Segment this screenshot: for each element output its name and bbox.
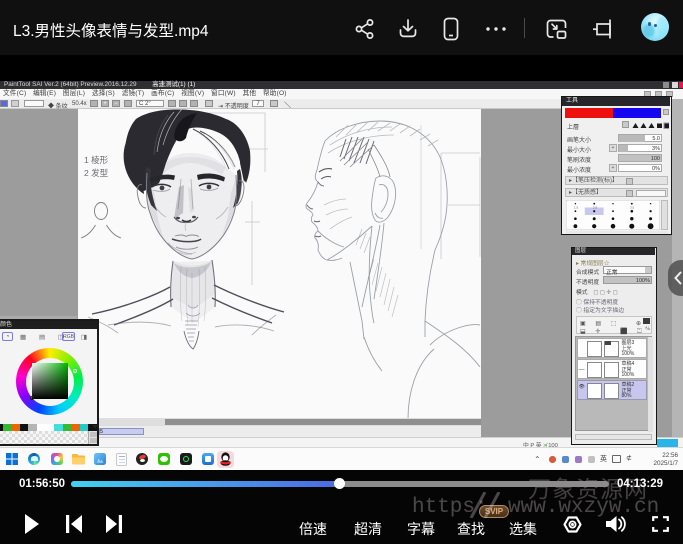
svg-text:1 棱形: 1 棱形 xyxy=(84,155,109,165)
svg-text:2 发型: 2 发型 xyxy=(84,168,109,178)
svg-text:2.5: 2.5 xyxy=(593,205,598,209)
svg-text:1.5: 1.5 xyxy=(574,205,579,209)
svg-text:3.5: 3.5 xyxy=(630,205,635,209)
